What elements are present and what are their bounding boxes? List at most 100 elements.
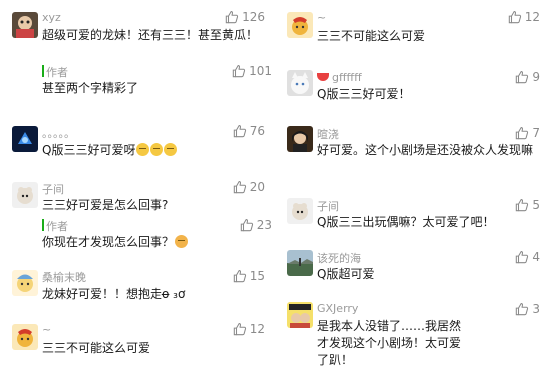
comment: gffffff 9 Q版三三好可爱！ — [275, 64, 550, 116]
like-count: 20 — [249, 180, 265, 194]
comment-username[interactable]: 。。。。。 — [42, 125, 75, 141]
avatar[interactable] — [287, 12, 313, 38]
like-button[interactable]: 7 — [515, 126, 540, 140]
author-bar — [42, 65, 44, 77]
like-count: 12 — [249, 322, 265, 336]
face-emoji-icon — [175, 235, 189, 248]
comment: ~ 12 三三不可能这么可爱 — [0, 318, 275, 374]
like-button[interactable]: 5 — [515, 198, 540, 212]
comment-username[interactable]: ~ — [317, 11, 326, 24]
comment-column-left: xyz 126 超级可爱的龙妹！还有三三！甚至黄瓜！ 作者 101 甚至两个字精… — [0, 0, 275, 376]
avatar[interactable] — [12, 12, 38, 38]
comment: 。。。。。 76 Q版三三好可爱呀 — [0, 120, 275, 172]
thumbs-up-icon — [515, 250, 529, 264]
like-button[interactable]: 4 — [515, 250, 540, 264]
author-bar — [42, 219, 44, 231]
thumbs-up-icon — [508, 10, 522, 24]
comment-text: Q版三三好可爱呀 — [42, 142, 270, 159]
comment-text: 龙妹好可爱！！想抱走o̶ ₃ơ — [42, 287, 186, 301]
comment-text: Q版三三出玩偶嘛？太可爱了吧！ — [317, 215, 495, 229]
author-reply: 作者 101 甚至两个字精彩了 — [42, 64, 272, 104]
thumbs-up-icon — [233, 322, 247, 336]
author-label: 作者 — [46, 66, 68, 79]
avatar[interactable] — [287, 70, 313, 96]
thumbs-up-icon — [515, 302, 529, 316]
comment: ~ 12 三三不可能这么可爱 — [275, 0, 550, 56]
comment-username[interactable]: GXJerry — [317, 302, 358, 315]
watermelon-icon — [317, 73, 329, 81]
comment-username[interactable]: 桑榆末晚 — [42, 269, 86, 285]
like-button[interactable]: 12 — [508, 10, 540, 24]
comment: 子间 5 Q版三三出玩偶嘛？太可爱了吧！ — [275, 192, 550, 244]
avatar[interactable] — [12, 270, 38, 296]
like-count: 15 — [249, 269, 265, 283]
comment: 暄浇 7 好可爱。这个小剧场是还没被众人发现嘛 — [275, 120, 550, 184]
like-count: 12 — [524, 10, 540, 24]
thumbs-up-icon — [233, 269, 247, 283]
comment: GXJerry 3 是我本人没错了……我居然才发现这个小剧场！太可爱了趴！ — [275, 296, 550, 376]
reply-text: 你现在才发现怎么回事？ — [42, 234, 270, 251]
comment: xyz 126 超级可爱的龙妹！还有三三！甚至黄瓜！ 作者 101 甚至两个字精… — [0, 0, 275, 108]
like-count: 126 — [242, 10, 265, 24]
reply-text-body: 你现在才发现怎么回事？ — [42, 235, 175, 249]
author-label: 作者 — [46, 220, 68, 233]
like-button[interactable]: 3 — [515, 302, 540, 316]
comment-username[interactable]: 该死的海 — [317, 250, 361, 266]
like-count: 101 — [249, 64, 272, 78]
comment-text: 三三不可能这么可爱 — [42, 341, 151, 355]
comment-text: Q版超可爱 — [317, 267, 375, 281]
like-button[interactable]: 12 — [233, 322, 265, 336]
comment-username[interactable]: 子间 — [42, 181, 64, 197]
face-emoji-icon — [164, 143, 178, 156]
thumbs-up-icon — [225, 10, 239, 24]
like-button[interactable]: 101 — [232, 64, 272, 78]
like-count: 9 — [532, 70, 540, 84]
avatar[interactable] — [287, 126, 313, 152]
thumbs-up-icon — [240, 218, 254, 232]
avatar[interactable] — [12, 126, 38, 152]
like-count: 3 — [532, 302, 540, 316]
comment-text: 是我本人没错了……我居然才发现这个小剧场！太可爱了趴！ — [317, 319, 462, 367]
like-count: 5 — [532, 198, 540, 212]
comment-text: 超级可爱的龙妹！还有三三！甚至黄瓜！ — [42, 28, 259, 42]
comment-username[interactable]: 暄浇 — [317, 126, 339, 142]
like-button[interactable]: 126 — [225, 10, 265, 24]
avatar[interactable] — [12, 324, 38, 350]
face-emoji-icon — [150, 143, 164, 156]
thumbs-up-icon — [232, 64, 246, 78]
comment-text: Q版三三好可爱！ — [317, 87, 411, 101]
thumbs-up-icon — [515, 198, 529, 212]
like-button[interactable]: 76 — [233, 124, 265, 138]
thumbs-up-icon — [233, 180, 247, 194]
like-button[interactable]: 15 — [233, 269, 265, 283]
comment-username[interactable]: xyz — [42, 11, 61, 24]
thumbs-up-icon — [515, 70, 529, 84]
avatar[interactable] — [287, 198, 313, 224]
thumbs-up-icon — [233, 124, 247, 138]
like-count: 23 — [256, 218, 272, 232]
avatar[interactable] — [287, 302, 313, 328]
face-emoji-icon — [136, 143, 150, 156]
like-count: 76 — [249, 124, 265, 138]
comment-column-right: ~ 12 三三不可能这么可爱 gffffff 9 Q版三三好可爱！ 暄浇 7 好… — [275, 0, 550, 376]
reply-text: 甚至两个字精彩了 — [42, 81, 139, 95]
username-text: gffffff — [332, 71, 362, 84]
comment-username[interactable]: ~ — [42, 323, 51, 336]
comment: 子间 20 三三好可爱是怎么回事? 作者 23 你现在才发现怎么回事？ — [0, 178, 275, 262]
avatar[interactable] — [287, 250, 313, 276]
thumbs-up-icon — [515, 126, 529, 140]
avatar[interactable] — [12, 182, 38, 208]
comment-text: 三三不可能这么可爱 — [317, 29, 426, 43]
like-count: 7 — [532, 126, 540, 140]
author-reply: 作者 23 你现在才发现怎么回事？ — [42, 218, 272, 258]
like-count: 4 — [532, 250, 540, 264]
comment: 桑榆末晚 15 龙妹好可爱！！想抱走o̶ ₃ơ — [0, 264, 275, 316]
comment-text: 好可爱。这个小剧场是还没被众人发现嘛 — [317, 143, 534, 157]
comment-username[interactable]: gffffff — [317, 71, 362, 84]
like-button[interactable]: 20 — [233, 180, 265, 194]
like-button[interactable]: 9 — [515, 70, 540, 84]
comment-username[interactable]: 子间 — [317, 198, 339, 214]
comment: 该死的海 4 Q版超可爱 — [275, 244, 550, 296]
like-button[interactable]: 23 — [240, 218, 272, 232]
comment-text-body: Q版三三好可爱呀 — [42, 143, 136, 157]
